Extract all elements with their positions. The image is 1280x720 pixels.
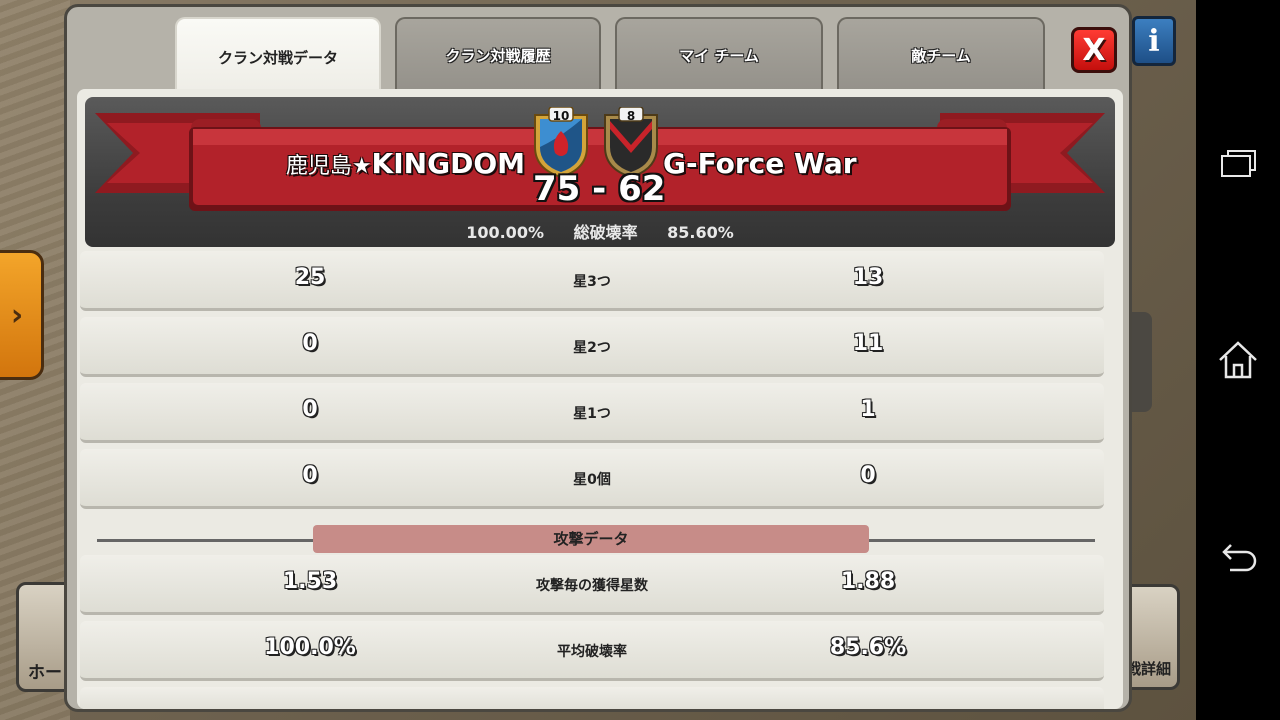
- tab-war-data-label: クラン対戦データ: [217, 48, 338, 67]
- home-button-label: ホー: [28, 663, 62, 683]
- info-button[interactable]: i: [1132, 16, 1176, 66]
- war-banner: 10 8 鹿児島★KINGDOM G-Force War 75 - 62 100…: [85, 97, 1115, 247]
- tab-my-team-label: マイ チーム: [679, 46, 759, 65]
- stat-row-stars-per-attack: 1.53 攻撃毎の獲得星数 1.88: [80, 555, 1104, 615]
- tab-enemy-team-label: 敵チーム: [911, 46, 971, 65]
- stat-value-left: 0: [302, 331, 318, 356]
- score-separator: -: [592, 169, 607, 209]
- recent-apps-icon[interactable]: [1216, 142, 1260, 186]
- tab-war-history[interactable]: クラン対戦履歴: [395, 17, 601, 91]
- android-nav-bar: [1196, 0, 1280, 720]
- section-divider-right: [869, 539, 1095, 542]
- stat-value-right: 85.6%: [829, 635, 907, 660]
- stat-label: 星1つ: [573, 406, 611, 422]
- stat-label: 星3つ: [573, 274, 611, 290]
- stat-value-right: 1.88: [840, 569, 896, 594]
- score-left: 75: [533, 169, 581, 209]
- stat-value-left: 1.53: [282, 569, 338, 594]
- stat-row-partial: [80, 687, 1104, 709]
- tab-war-history-label: クラン対戦履歴: [445, 46, 551, 65]
- war-detail-button-label: 戦詳細: [1125, 660, 1171, 678]
- clan-war-dialog: クラン対戦データ クラン対戦履歴 マイ チーム 敵チーム X 10 8 鹿児島★…: [64, 4, 1132, 712]
- stat-row-1-star: 0 星1つ 1: [80, 383, 1104, 443]
- clan-name-left-prefix: 鹿児島★: [285, 154, 372, 179]
- stat-value-right: 13: [852, 265, 884, 290]
- side-expand-tab[interactable]: ›: [0, 250, 44, 380]
- stat-value-left: 0: [302, 397, 318, 422]
- section-divider-left: [97, 539, 313, 542]
- stat-value-right: 1: [860, 397, 876, 422]
- stat-value-left: 25: [294, 265, 326, 290]
- tab-enemy-team[interactable]: 敵チーム: [837, 17, 1045, 91]
- stat-label: 星0個: [573, 472, 611, 488]
- stat-value-right: 0: [860, 463, 876, 488]
- back-icon[interactable]: [1216, 538, 1260, 582]
- destruction-right: 85.60%: [667, 223, 734, 242]
- tab-war-data[interactable]: クラン対戦データ: [175, 17, 381, 95]
- stat-value-left: 100.0%: [264, 635, 356, 660]
- info-icon: i: [1148, 23, 1160, 59]
- tab-my-team[interactable]: マイ チーム: [615, 17, 823, 91]
- score-right: 62: [618, 169, 666, 209]
- close-button[interactable]: X: [1071, 27, 1117, 73]
- clan-name-right: G-Force War: [663, 147, 857, 180]
- home-icon[interactable]: [1216, 338, 1260, 382]
- destruction-label: 総破壊率: [573, 223, 638, 242]
- stat-value-right: 11: [852, 331, 884, 356]
- stat-row-0-stars: 0 星0個 0: [80, 449, 1104, 509]
- stat-label: 攻撃毎の獲得星数: [536, 578, 648, 594]
- total-destruction: 100.00% 総破壊率 85.60%: [85, 219, 1115, 243]
- background-panel-edge: [1130, 312, 1152, 412]
- stat-row-2-stars: 0 星2つ 11: [80, 317, 1104, 377]
- destruction-left: 100.00%: [466, 223, 544, 242]
- clan-name-left-main: KINGDOM: [371, 147, 525, 180]
- clan-name-left: 鹿児島★KINGDOM: [185, 147, 525, 180]
- stat-row-avg-destruction: 100.0% 平均破壊率 85.6%: [80, 621, 1104, 681]
- close-icon: X: [1082, 32, 1106, 68]
- stat-label: 平均破壊率: [557, 644, 627, 660]
- stat-row-3-stars: 25 星3つ 13: [80, 251, 1104, 311]
- war-data-panel: 10 8 鹿児島★KINGDOM G-Force War 75 - 62 100…: [77, 89, 1123, 709]
- stat-value-left: 0: [302, 463, 318, 488]
- war-score: 75 - 62: [533, 169, 666, 209]
- stat-label: 星2つ: [573, 340, 611, 356]
- attack-data-header: 攻撃データ: [313, 525, 869, 553]
